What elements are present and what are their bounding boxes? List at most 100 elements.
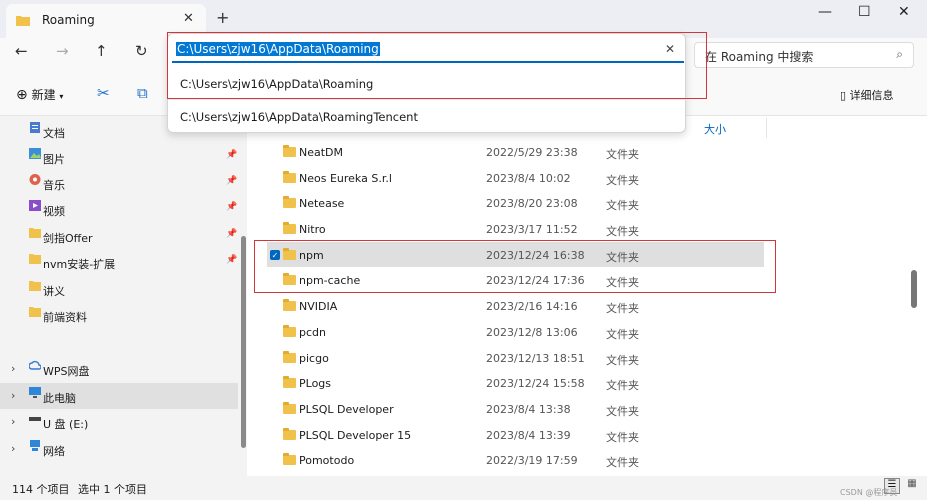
sidebar-item-folder[interactable]: 前端资料 <box>0 302 238 328</box>
selection-count: 选中 1 个项目 <box>78 483 147 496</box>
file-date: 2023/8/4 13:38 <box>486 402 571 416</box>
column-divider[interactable] <box>766 118 767 138</box>
sidebar-item-music[interactable]: 音乐 📌 <box>0 170 238 196</box>
file-row[interactable]: pcdn 2023/12/8 13:06 文件夹 <box>267 319 764 345</box>
copy-icon[interactable]: ⧉ <box>137 84 148 102</box>
details-button[interactable]: ▯ 详细信息 <box>840 87 894 103</box>
file-row[interactable]: PLSQL Developer 15 2023/8/4 13:39 文件夹 <box>267 422 764 448</box>
file-date: 2023/12/13 18:51 <box>486 351 585 365</box>
folder-icon <box>283 427 296 440</box>
pin-icon: 📌 <box>226 176 238 186</box>
search-icon: ⌕ <box>896 47 903 61</box>
new-button[interactable]: ⊕ 新建 ▾ <box>16 86 63 103</box>
file-type: 文件夹 <box>606 327 639 341</box>
computer-icon <box>29 387 41 398</box>
status-bar: 114 个项目 选中 1 个项目 <box>0 476 927 500</box>
back-icon[interactable]: ← <box>15 42 28 60</box>
file-row[interactable]: NVIDIA 2023/2/16 14:16 文件夹 <box>267 293 764 319</box>
sidebar-item-folder[interactable]: nvm安装-扩展 📌 <box>0 249 238 275</box>
highlight-box <box>254 240 776 293</box>
file-type: 文件夹 <box>606 173 639 187</box>
file-name: NeatDM <box>299 146 344 159</box>
folder-icon <box>29 254 41 264</box>
file-date: 2022/5/29 23:38 <box>486 146 578 159</box>
new-tab-icon[interactable]: + <box>216 8 229 27</box>
folder-icon <box>283 453 296 466</box>
file-name: pcdn <box>299 325 326 339</box>
folder-icon <box>29 307 41 317</box>
folder-icon <box>283 401 296 414</box>
pin-icon: 📌 <box>226 202 238 212</box>
sidebar-item-video[interactable]: 视频 📌 <box>0 196 238 222</box>
sidebar-item-wps[interactable]: › WPS网盘 <box>0 356 238 382</box>
refresh-icon[interactable]: ↻ <box>135 42 148 60</box>
folder-icon <box>283 222 296 235</box>
sidebar-item-label: WPS网盘 <box>43 365 90 378</box>
sidebar-item-label: 音乐 <box>43 179 65 192</box>
divider <box>168 99 686 100</box>
sidebar-item-label: 视频 <box>43 205 65 218</box>
column-header-size[interactable]: 大小 <box>704 121 726 137</box>
sidebar-item-folder[interactable]: 剑指Offer 📌 <box>0 223 238 249</box>
file-row[interactable]: Netease 2023/8/20 23:08 文件夹 <box>267 190 764 216</box>
search-placeholder: 在 Roaming 中搜索 <box>705 50 814 64</box>
sidebar-item-label: 讲义 <box>43 285 65 298</box>
sidebar-item-usb[interactable]: › U 盘 (E:) <box>0 409 238 435</box>
file-name: picgo <box>299 351 329 365</box>
close-tab-icon[interactable]: ✕ <box>183 11 194 26</box>
sidebar-scrollbar[interactable] <box>241 236 246 448</box>
file-row[interactable]: PLogs 2023/12/24 15:58 文件夹 <box>267 370 764 396</box>
file-type: 文件夹 <box>606 379 639 393</box>
file-type: 文件夹 <box>606 404 639 418</box>
file-date: 2023/8/4 10:02 <box>486 171 571 185</box>
close-window-icon[interactable]: ✕ <box>898 4 910 20</box>
sidebar-item-network[interactable]: › 网络 <box>0 436 238 462</box>
file-row[interactable]: Pomotodo 2022/3/19 17:59 文件夹 <box>267 447 764 473</box>
sidebar-item-this-pc[interactable]: › 此电脑 <box>0 383 238 409</box>
folder-icon <box>283 299 296 312</box>
file-type: 文件夹 <box>606 456 639 470</box>
minimize-icon[interactable]: — <box>818 4 832 20</box>
sidebar-item-pictures[interactable]: 图片 📌 <box>0 144 238 170</box>
sidebar-item-folder[interactable]: 讲义 <box>0 276 238 302</box>
cloud-icon <box>29 360 41 370</box>
file-type: 文件夹 <box>606 199 639 213</box>
file-name: Netease <box>299 197 345 211</box>
file-date: 2023/12/24 15:58 <box>486 377 585 391</box>
chevron-right-icon[interactable]: › <box>11 389 15 402</box>
file-row[interactable]: PLSQL Developer 2023/8/4 13:38 文件夹 <box>267 396 764 422</box>
new-label: 新建 <box>31 88 56 102</box>
video-icon <box>29 200 41 211</box>
file-type: 文件夹 <box>606 302 639 316</box>
sidebar-item-label: 剑指Offer <box>43 232 93 245</box>
file-row[interactable]: Neos Eureka S.r.l 2023/8/4 10:02 文件夹 <box>267 165 764 191</box>
up-icon[interactable]: ↑ <box>95 42 108 60</box>
item-count: 114 个项目 <box>12 483 70 496</box>
file-row[interactable]: picgo 2023/12/13 18:51 文件夹 <box>267 345 764 371</box>
picture-icon <box>29 148 41 159</box>
file-date: 2023/2/16 14:16 <box>486 300 578 314</box>
file-date: 2023/3/17 11:52 <box>486 223 578 237</box>
highlight-box <box>167 32 707 99</box>
address-suggestion[interactable]: C:\Users\zjw16\AppData\RoamingTencent <box>180 110 418 124</box>
chevron-right-icon[interactable]: › <box>11 415 15 428</box>
search-box[interactable]: 在 Roaming 中搜索 ⌕ <box>694 42 914 68</box>
usb-drive-icon <box>29 417 41 421</box>
chevron-right-icon[interactable]: › <box>11 442 15 455</box>
file-row[interactable]: NeatDM 2022/5/29 23:38 文件夹 <box>267 139 764 165</box>
file-row[interactable]: Nitro 2023/3/17 11:52 文件夹 <box>267 216 764 242</box>
folder-icon <box>29 228 41 238</box>
cut-icon[interactable]: ✂ <box>97 84 110 102</box>
navigation-pane: 文档 图片 📌 音乐 📌 视频 📌 剑指Offer 📌 nvm安装-扩展 📌 讲… <box>0 116 247 476</box>
forward-icon[interactable]: → <box>56 42 69 60</box>
pin-icon: 📌 <box>226 255 238 265</box>
watermark: CSDN @程序员 <box>840 488 898 497</box>
maximize-icon[interactable]: ☐ <box>858 4 871 20</box>
file-type: 文件夹 <box>606 353 639 367</box>
document-icon <box>30 122 40 133</box>
chevron-right-icon[interactable]: › <box>11 362 15 375</box>
music-icon <box>29 174 41 185</box>
tiles-view-icon[interactable]: ▦ <box>904 478 920 494</box>
file-list-scrollbar[interactable] <box>911 270 917 308</box>
folder-icon <box>283 324 296 337</box>
